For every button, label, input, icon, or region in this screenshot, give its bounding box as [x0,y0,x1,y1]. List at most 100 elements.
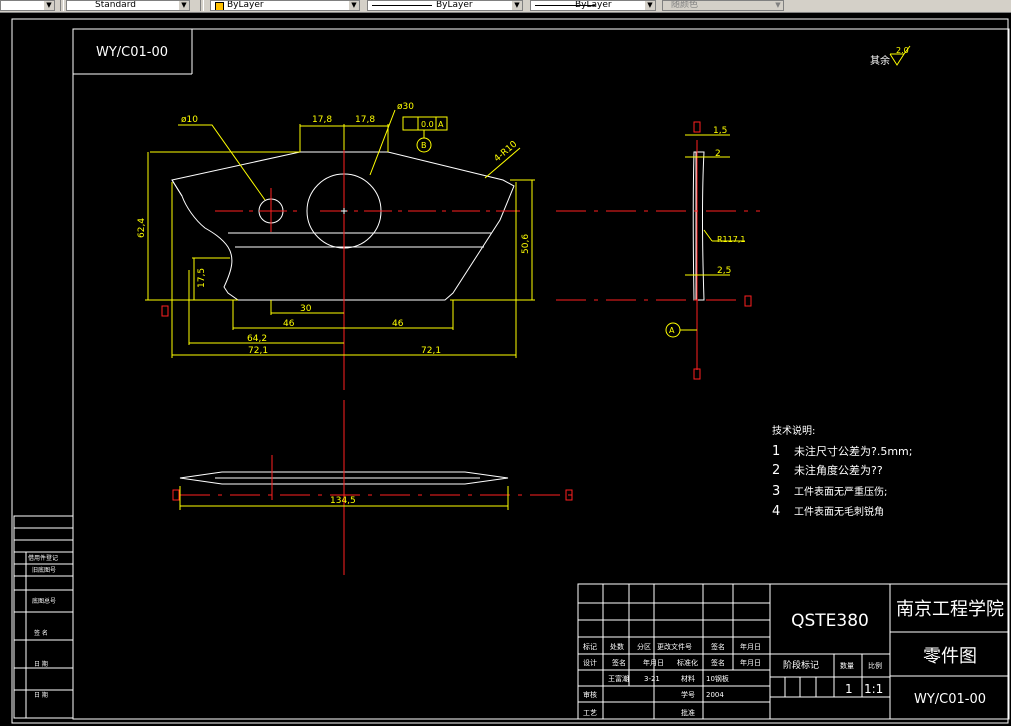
dim-30: 30 [300,304,312,314]
dim-17-8-b: 17,8 [355,115,375,125]
dim-17-5: 17,5 [197,268,207,288]
linetype-value: ByLayer [436,0,473,10]
dim-50-6: 50,6 [521,234,531,254]
tb-cell: 材料 [681,674,695,683]
chevron-down-icon: ▼ [349,1,359,10]
tb-cell: 批准 [681,708,695,717]
dim-64-2: 64,2 [247,334,267,344]
dim-62-4: 62,4 [137,218,147,238]
plot-style-value: 随颜色 [671,0,699,10]
dim-72-1-b: 72,1 [421,346,441,356]
dim-46-b: 46 [392,319,404,329]
lineweight-value: ByLayer [575,0,612,10]
tb-cell: 更改文件号 [657,642,692,651]
color-swatch-icon [215,2,224,10]
dim-2-5: 2,5 [717,266,731,276]
strip-label: 日 期 [34,691,48,699]
roughness-note: 其余 [870,54,890,67]
color-value: ByLayer [227,0,264,10]
tb-cell: 工艺 [583,709,597,717]
tb-cell: 标记 [583,642,597,651]
strip-label: 日 期 [34,660,48,668]
tech-note-num: 2 [772,463,780,478]
dim-r117: R117,1 [717,235,745,244]
tb-cell: 3-21 [644,675,660,683]
tb-cell: 签名 [711,658,725,667]
chevron-down-icon: ▼ [44,1,54,10]
linetype-preview-icon [372,5,432,6]
dim-dia-small: ø10 [181,115,198,125]
drawing-code-box: WY/C01-00 [96,45,168,60]
chevron-down-icon: ▼ [179,1,189,10]
front-dim-labels: ø10 ø30 17,8 17,8 4-R10 0.0 A B 62,4 17,… [137,102,531,356]
text-style-combo[interactable]: Standard ▼ [66,0,190,11]
dim-dia-large: ø30 [397,102,414,112]
tb-cell: 2004 [706,691,724,699]
tb-cell: 签名 [711,642,725,651]
plot-style-dropdown[interactable]: 随颜色 ▼ [662,0,784,11]
drawing-number: WY/C01-00 [914,692,986,707]
school-name: 南京工程学院 [896,599,1004,620]
lineweight-dropdown[interactable]: ByLayer ▼ [530,0,656,11]
dim-134-5: 134,5 [330,496,356,506]
dim-72-1-a: 72,1 [248,346,268,356]
text-style-dropdown[interactable]: ▼ [0,0,55,11]
tech-note-text: 工件表面无毛刺锐角 [794,505,884,518]
text-style-value: Standard [95,0,136,10]
bottom-view: 134,5 [172,400,573,575]
dim-1-5: 1,5 [713,126,727,136]
strip-label: 签 名 [34,629,48,637]
left-strip-table [13,515,74,719]
chevron-down-icon: ▼ [512,1,522,10]
drawing-canvas[interactable]: WY/C01-00 其余 2.0 ø10 ø30 17,8 17,8 4-R10… [0,12,1011,726]
chevron-down-icon: ▼ [645,1,655,10]
linetype-dropdown[interactable]: ByLayer ▼ [367,0,523,11]
tb-qty-label: 数量 [840,661,854,670]
tb-scale-label: 比例 [868,661,882,670]
chevron-down-icon: ▼ [773,1,783,10]
toolbar-separator [200,0,204,11]
tb-cell: 年月日 [740,658,761,667]
tb-cell: 设计 [583,658,597,667]
tech-note-num: 4 [772,504,780,519]
technical-notes: 技术说明: 1 未注尺寸公差为?.5mm; 2 未注角度公差为?? 3 工件表面… [772,424,912,519]
part-code: QSTE380 [791,611,869,631]
side-view: 1,5 2 R117,1 2,5 A [556,121,760,380]
tb-cell: 分区 [637,642,651,651]
dim-2: 2 [715,149,721,159]
tb-cell: 学号 [681,690,695,699]
tb-stage-label: 阶段标记 [783,659,819,671]
tech-note-num: 1 [772,444,780,459]
tb-cell: 年月日 [643,658,664,667]
tech-note-text: 工件表面无严重压伤; [794,485,887,498]
strip-label: 底图总号 [32,597,56,605]
surface-roughness-symbol: 其余 2.0 [870,45,911,67]
tech-note-text: 未注尺寸公差为?.5mm; [794,444,912,458]
front-grips [161,305,169,317]
toolbar-separator [60,0,64,11]
tb-qty-value: 1 [845,682,853,696]
tb-cell: 处数 [610,642,624,651]
front-view [171,150,520,390]
dim-17-8-a: 17,8 [312,115,332,125]
tech-note-text: 未注角度公差为?? [794,463,883,477]
tech-note-num: 3 [772,484,780,499]
color-dropdown[interactable]: ByLayer ▼ [210,0,360,11]
tb-cell: 王富潮 [608,674,629,683]
tb-cell: 审核 [583,690,597,699]
tb-cell: 年月日 [740,642,761,651]
front-view-dimensions [145,109,535,358]
tol-flat-value: 0.0 [421,120,434,129]
strip-label: 借用件登记 [28,554,58,562]
tb-cell: 签名 [612,658,626,667]
datum-a-label: A [669,326,675,335]
datum-b-label: B [421,141,427,150]
tol-datum: A [438,120,444,129]
tb-cell: 标准化 [677,658,698,667]
tech-notes-title: 技术说明: [772,424,815,437]
drawing-name: 零件图 [923,646,977,667]
tb-scale-value: 1:1 [864,682,883,696]
tb-cell: 10钢板 [706,674,729,683]
dim-46-a: 46 [283,319,295,329]
strip-label: 旧底图号 [32,566,56,574]
